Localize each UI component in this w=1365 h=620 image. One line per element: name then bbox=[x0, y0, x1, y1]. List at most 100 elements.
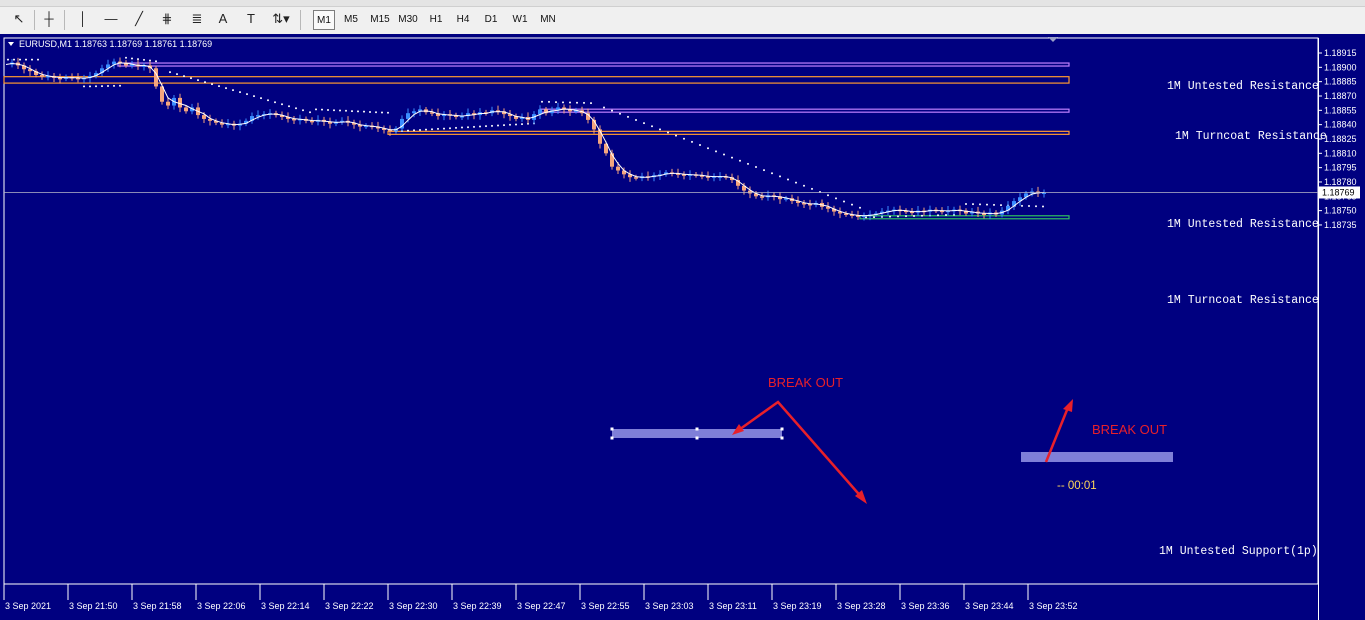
level-zone-rect[interactable] bbox=[387, 130, 1070, 135]
psar-dot bbox=[37, 58, 39, 61]
psar-dot bbox=[419, 128, 421, 131]
psar-dot bbox=[351, 110, 353, 113]
level-label: 1M Untested Support(1p) bbox=[1159, 545, 1318, 558]
time-axis-label: 3 Sep 23:36 bbox=[901, 601, 950, 611]
text-label-icon[interactable]: T bbox=[240, 9, 262, 29]
psar-dot bbox=[369, 110, 371, 113]
psar-dot bbox=[25, 58, 27, 61]
psar-dot bbox=[211, 83, 213, 86]
timeframe-m15-button[interactable]: M15 bbox=[368, 10, 392, 30]
psar-dot bbox=[387, 111, 389, 114]
selection-handle[interactable] bbox=[610, 427, 614, 431]
timeframe-m1-button[interactable]: M1 bbox=[313, 10, 335, 30]
price-axis-label: 1.18840 bbox=[1324, 120, 1357, 130]
selection-handle[interactable] bbox=[610, 436, 614, 440]
psar-dot bbox=[763, 169, 765, 172]
vertical-line-icon[interactable]: │ bbox=[72, 9, 94, 29]
bear-candle bbox=[202, 115, 206, 119]
psar-dot bbox=[731, 156, 733, 159]
timeframe-h1-button[interactable]: H1 bbox=[425, 10, 447, 30]
parabolic-sar-dots bbox=[7, 56, 1044, 219]
level-zone-rect[interactable] bbox=[3, 76, 1070, 84]
psar-dot bbox=[155, 60, 157, 63]
psar-dot bbox=[19, 58, 21, 61]
psar-dot bbox=[101, 85, 103, 88]
cursor-arrow-icon[interactable]: ↖ bbox=[8, 9, 30, 29]
breakout-arrow-line[interactable] bbox=[735, 400, 865, 501]
psar-dot bbox=[811, 187, 813, 190]
fibonacci-icon[interactable]: ≣ bbox=[186, 9, 208, 29]
psar-dot bbox=[843, 200, 845, 203]
psar-dot bbox=[149, 59, 151, 62]
psar-dot bbox=[986, 203, 988, 206]
crosshair-icon[interactable]: ┼ bbox=[38, 9, 60, 29]
bear-candle bbox=[40, 74, 44, 77]
time-axis-label: 3 Sep 22:39 bbox=[453, 601, 502, 611]
time-axis-label: 3 Sep 23:19 bbox=[773, 601, 822, 611]
time-axis-label: 3 Sep 23:03 bbox=[645, 601, 694, 611]
selection-handle[interactable] bbox=[695, 427, 699, 431]
level-label: 1M Turncoat Resistance bbox=[1175, 130, 1327, 143]
psar-dot bbox=[873, 216, 875, 219]
psar-dot bbox=[1000, 204, 1002, 207]
psar-dot bbox=[381, 111, 383, 114]
psar-dot bbox=[315, 108, 317, 111]
timeframe-d1-button[interactable]: D1 bbox=[480, 10, 502, 30]
level-zone-rect[interactable] bbox=[117, 62, 1070, 67]
level-label: 1M Untested Resistance bbox=[1167, 80, 1319, 93]
price-axis-label: 1.18885 bbox=[1324, 77, 1357, 87]
level-zone-rect[interactable] bbox=[859, 215, 1070, 220]
psar-dot bbox=[755, 165, 757, 168]
psar-dot bbox=[281, 103, 283, 106]
price-axis-label: 1.18915 bbox=[1324, 48, 1357, 58]
psar-dot bbox=[107, 84, 109, 87]
psar-dot bbox=[375, 111, 377, 114]
toolbar-top-strip bbox=[0, 0, 1365, 7]
timeframe-w1-button[interactable]: W1 bbox=[508, 10, 532, 30]
psar-dot bbox=[603, 106, 605, 109]
breakout-zone-highlight[interactable] bbox=[1021, 452, 1173, 462]
psar-dot bbox=[643, 122, 645, 125]
psar-dot bbox=[31, 58, 33, 61]
trendline-icon[interactable]: ╱ bbox=[128, 9, 150, 29]
timeframe-m5-button[interactable]: M5 bbox=[340, 10, 362, 30]
psar-dot bbox=[611, 109, 613, 112]
equidistant-channel-icon[interactable]: ⋕ bbox=[156, 9, 178, 29]
price-axis-label: 1.18900 bbox=[1324, 62, 1357, 72]
psar-dot bbox=[555, 101, 557, 104]
psar-dot bbox=[246, 93, 248, 96]
psar-dot bbox=[339, 109, 341, 112]
psar-dot bbox=[827, 194, 829, 197]
timeframe-m30-button[interactable]: M30 bbox=[396, 10, 420, 30]
psar-dot bbox=[13, 58, 15, 61]
chart-shift-marker-icon bbox=[1048, 37, 1058, 42]
psar-dot bbox=[473, 125, 475, 128]
plot-border bbox=[3, 37, 1319, 585]
level-label: 1M Untested Resistance bbox=[1167, 218, 1319, 231]
psar-dot bbox=[779, 175, 781, 178]
psar-dot bbox=[333, 109, 335, 112]
selection-handle[interactable] bbox=[780, 436, 784, 440]
psar-dot bbox=[309, 111, 311, 114]
psar-dot bbox=[576, 101, 578, 104]
horizontal-line-icon[interactable]: — bbox=[100, 9, 122, 29]
chart-window[interactable]: 1M Untested Resistance 1M Turncoat Resist… bbox=[0, 34, 1365, 620]
text-icon[interactable]: A bbox=[212, 9, 234, 29]
time-axis-label: 3 Sep 21:50 bbox=[69, 601, 118, 611]
psar-dot bbox=[497, 124, 499, 127]
bull-candle bbox=[412, 111, 416, 114]
shapes-dropdown-icon[interactable]: ⇅▾ bbox=[270, 9, 292, 29]
price-chart[interactable]: 1M Untested Resistance 1M Turncoat Resist… bbox=[0, 34, 1365, 620]
bear-candle bbox=[760, 196, 764, 198]
psar-dot bbox=[437, 127, 439, 130]
time-axis: 3 Sep 2021 3 Sep 21:50 3 Sep 21:58 3 Sep 22… bbox=[3, 583, 1318, 611]
level-zone-rect[interactable] bbox=[539, 108, 1070, 113]
psar-dot bbox=[562, 101, 564, 104]
selection-handle[interactable] bbox=[695, 436, 699, 440]
psar-dot bbox=[131, 57, 133, 60]
timeframe-h4-button[interactable]: H4 bbox=[452, 10, 474, 30]
timeframe-mn-button[interactable]: MN bbox=[536, 10, 560, 30]
psar-dot bbox=[218, 85, 220, 88]
symbol-header: EURUSD,M1 1.18763 1.18769 1.18761 1.1876… bbox=[19, 39, 212, 49]
selection-handle[interactable] bbox=[780, 427, 784, 431]
